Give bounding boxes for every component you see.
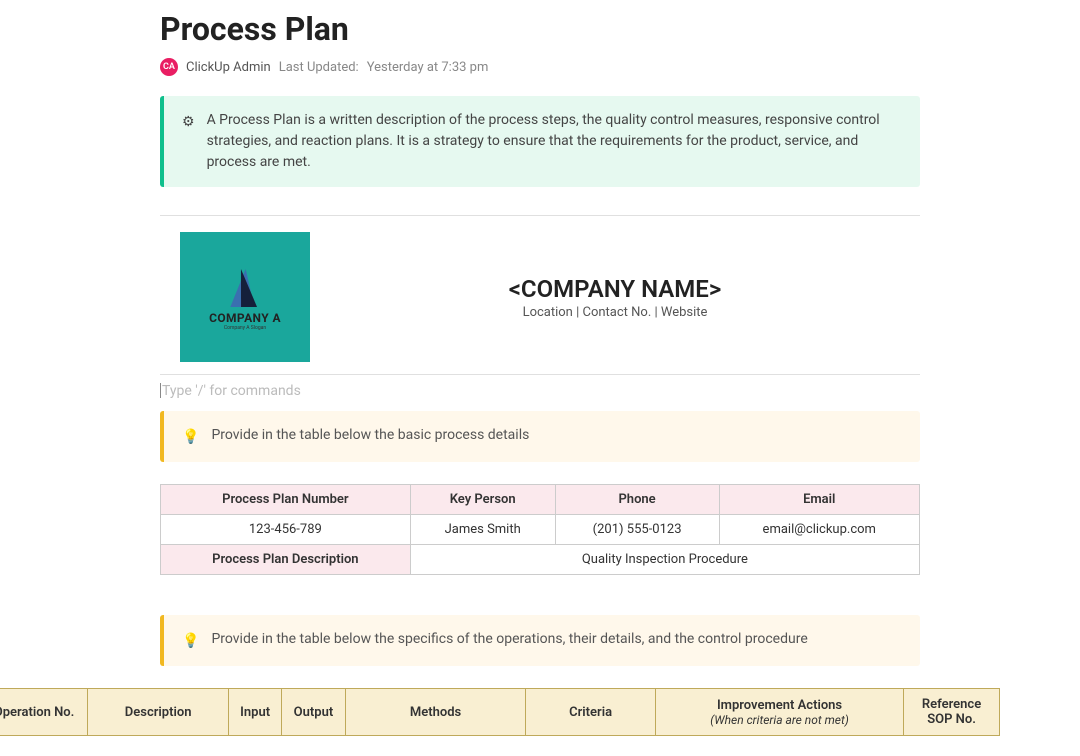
th-improvement: Improvement Actions (When criteria are n… (655, 689, 903, 736)
editor-input[interactable]: Type '/' for commands (160, 375, 920, 411)
table-row[interactable]: Process Plan Description Quality Inspect… (161, 545, 920, 575)
intro-callout-text: A Process Plan is a written description … (207, 110, 902, 173)
th-methods: Methods (345, 689, 525, 736)
author-name: ClickUp Admin (186, 60, 271, 75)
company-block: COMPANY A Company A Slogan <COMPANY NAME… (160, 216, 920, 374)
td-desc-label: Process Plan Description (161, 545, 411, 575)
td-plan-number[interactable]: 123-456-789 (161, 515, 411, 545)
td-email[interactable]: email@clickup.com (719, 515, 919, 545)
td-desc-value[interactable]: Quality Inspection Procedure (410, 545, 919, 575)
basic-details-callout: 💡 Provide in the table below the basic p… (160, 411, 920, 462)
logo-name: COMPANY A (209, 311, 281, 325)
page-title: Process Plan (160, 10, 920, 48)
th-improvement-sub: (When criteria are not met) (664, 713, 895, 727)
table-row[interactable]: 123-456-789 James Smith (201) 555-0123 e… (161, 515, 920, 545)
th-email: Email (719, 485, 919, 515)
logo-slogan: Company A Slogan (224, 325, 266, 331)
avatar: CA (160, 58, 178, 76)
logo-icon (229, 263, 261, 307)
th-phone: Phone (555, 485, 719, 515)
company-subline: Location | Contact No. | Website (310, 305, 920, 320)
td-key-person[interactable]: James Smith (410, 515, 555, 545)
company-logo: COMPANY A Company A Slogan (180, 232, 310, 362)
company-name: <COMPANY NAME> (310, 275, 920, 303)
th-description: Description (88, 689, 229, 736)
operations-callout-text: Provide in the table below the specifics… (211, 629, 807, 652)
operations-callout: 💡 Provide in the table below the specifi… (160, 615, 920, 666)
basic-details-text: Provide in the table below the basic pro… (211, 425, 529, 448)
th-output: Output (282, 689, 346, 736)
th-criteria: Criteria (526, 689, 656, 736)
th-reference: Reference SOP No. (904, 689, 1000, 736)
lightbulb-icon: 💡 (182, 631, 199, 652)
process-info-table: Process Plan Number Key Person Phone Ema… (160, 484, 920, 575)
th-plan-number: Process Plan Number (161, 485, 411, 515)
last-updated-value: Yesterday at 7:33 pm (367, 60, 489, 75)
td-phone[interactable]: (201) 555-0123 (555, 515, 719, 545)
operations-table: Operation No. Description Input Output M… (0, 688, 1000, 736)
intro-callout: ⚙ A Process Plan is a written descriptio… (160, 96, 920, 187)
th-key-person: Key Person (410, 485, 555, 515)
lightbulb-icon: 💡 (182, 427, 199, 448)
th-input: Input (229, 689, 282, 736)
last-updated-label: Last Updated: (279, 60, 359, 75)
gear-icon: ⚙ (182, 112, 195, 173)
th-op-no: Operation No. (0, 689, 88, 736)
doc-meta: CA ClickUp Admin Last Updated: Yesterday… (160, 58, 920, 76)
